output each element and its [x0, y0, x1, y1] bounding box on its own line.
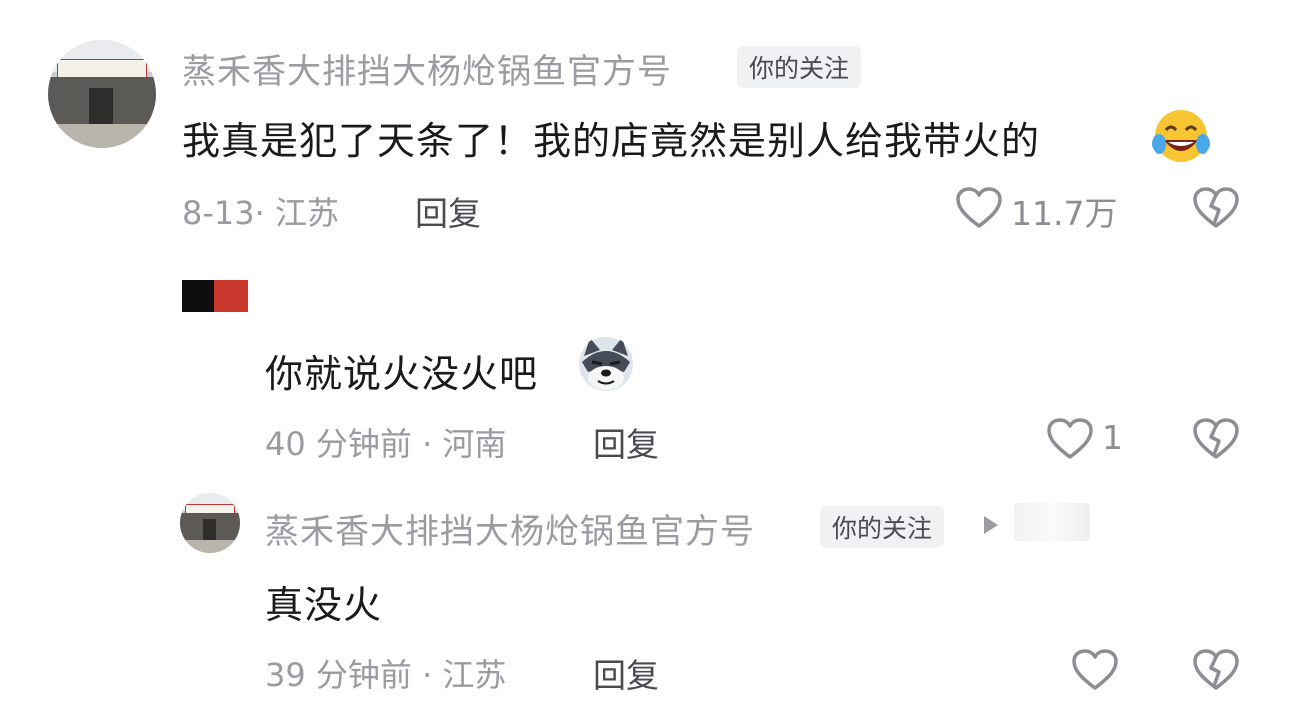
reply-button[interactable]: 回复: [415, 187, 481, 235]
like-button[interactable]: [1071, 646, 1119, 694]
comment-author[interactable]: 蒸禾香大排挡大杨炝锅鱼官方号: [182, 44, 672, 93]
reply-text: 你就说火没火吧: [265, 352, 539, 396]
like-button[interactable]: 11.7万: [955, 184, 1125, 233]
reply-text: 真没火: [265, 583, 383, 627]
blurred-reply-target: [1014, 503, 1090, 541]
follow-badge: 你的关注: [820, 506, 945, 548]
avatar[interactable]: [180, 493, 240, 553]
dislike-button[interactable]: [1192, 648, 1240, 692]
comment-author[interactable]: 蒸禾香大排挡大杨炝锅鱼官方号: [265, 504, 755, 553]
like-count: 1: [1102, 418, 1123, 457]
heart-outline-icon: [1072, 649, 1118, 690]
triangle-right-icon: [984, 516, 998, 534]
reply-button[interactable]: 回复: [593, 649, 659, 697]
reply-button[interactable]: 回复: [593, 418, 659, 466]
dislike-button[interactable]: [1192, 417, 1240, 461]
comment-text: 我真是犯了天条了！我的店竟然是别人给我带火的: [182, 119, 1041, 163]
heart-outline-icon: [956, 187, 1002, 228]
like-count: 11.7万: [1011, 194, 1118, 233]
comment-meta: 40 分钟前 · 河南: [265, 425, 507, 463]
avatar[interactable]: [48, 40, 156, 148]
husky-dog-emoji: [578, 336, 634, 392]
censored-username: [182, 280, 248, 312]
heart-outline-icon: [1047, 418, 1093, 459]
dislike-button[interactable]: [1192, 186, 1240, 230]
broken-heart-icon: [1193, 649, 1239, 690]
broken-heart-icon: [1193, 418, 1239, 459]
comment-meta: 8-13· 江苏: [182, 194, 339, 232]
like-button[interactable]: 1: [1046, 415, 1136, 463]
comment-meta: 39 分钟前 · 江苏: [265, 656, 507, 694]
laughing-tears-emoji: [1150, 108, 1212, 164]
follow-badge: 你的关注: [737, 46, 862, 88]
broken-heart-icon: [1193, 187, 1239, 228]
